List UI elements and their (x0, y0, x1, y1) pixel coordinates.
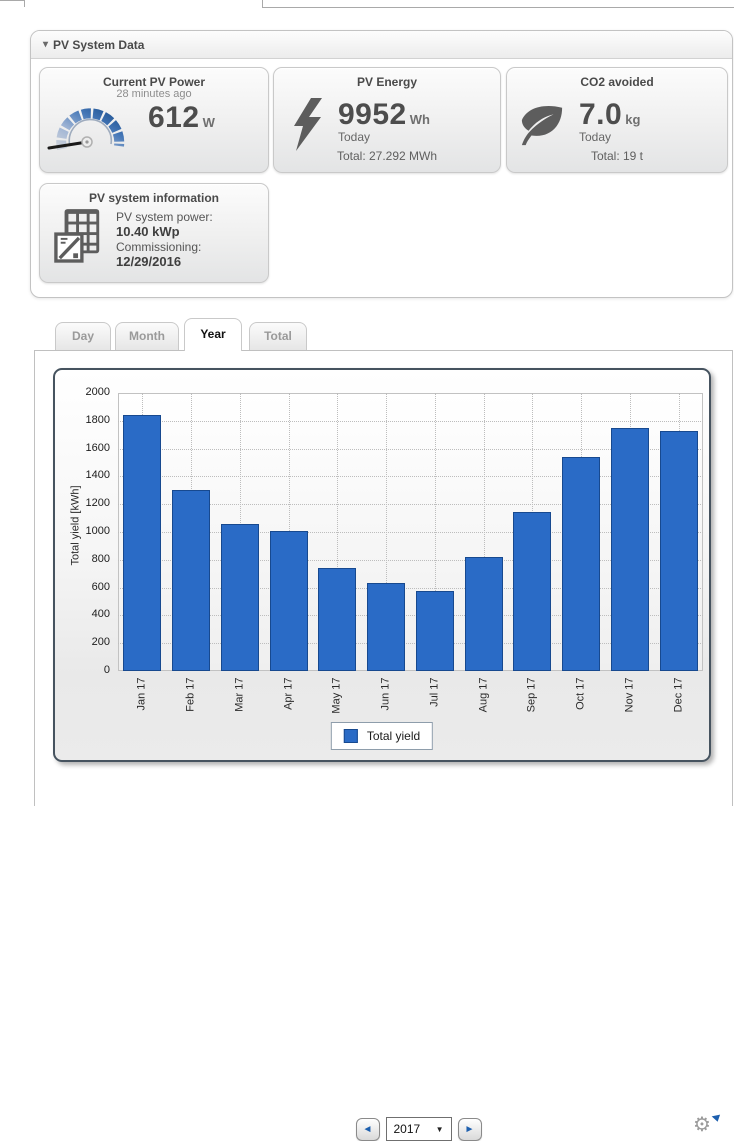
top-tab-fragment-left (0, 0, 25, 7)
info-field-label: PV system power: (116, 210, 213, 224)
card-title: PV Energy (274, 68, 500, 89)
x-axis-tick-label: Dec 17 (672, 678, 685, 722)
pv-energy-card: PV Energy 9952Wh Today Total: 27.292 MWh (273, 67, 501, 173)
solar-panel-icon (54, 208, 104, 264)
tab-year[interactable]: Year (184, 318, 242, 351)
energy-total: Total: 27.292 MWh (274, 149, 500, 163)
bar[interactable] (221, 524, 259, 671)
current-pv-power-card: Current PV Power 28 minutes ago (39, 67, 269, 173)
x-axis-tick-label: Nov 17 (623, 678, 636, 722)
tab-content-panel: 0200400600800100012001400160018002000Jan… (34, 350, 733, 806)
tab-total[interactable]: Total (249, 322, 307, 351)
top-tab-fragment-right (262, 0, 734, 8)
bar[interactable] (416, 591, 454, 671)
bar[interactable] (465, 557, 503, 671)
bar[interactable] (611, 428, 649, 671)
x-axis-tick-label: Aug 17 (477, 678, 490, 722)
info-field-value: 12/29/2016 (116, 254, 213, 269)
info-field-value: 10.40 kWp (116, 224, 213, 239)
energy-unit: Wh (410, 112, 430, 127)
energy-period: Today (338, 130, 430, 144)
x-axis-tick-label: Apr 17 (282, 678, 295, 722)
previous-year-button[interactable]: ◄ (356, 1118, 380, 1141)
gauge-icon (46, 95, 136, 153)
y-axis-title: Total yield [kWh] (70, 426, 85, 626)
x-axis-tick-label: Mar 17 (233, 678, 246, 722)
card-title: PV system information (40, 184, 268, 205)
y-axis-tick-label: 0 (67, 664, 110, 676)
current-power-unit: W (203, 115, 215, 130)
year-dropdown-value: 2017 (394, 1122, 421, 1136)
y-axis-tick-label: 200 (67, 636, 110, 648)
year-dropdown[interactable]: 2017 ▼ (386, 1117, 452, 1141)
co2-unit: kg (625, 112, 640, 127)
bar[interactable] (660, 431, 698, 671)
bar[interactable] (270, 531, 308, 671)
x-axis-tick-label: Jun 17 (380, 678, 393, 722)
x-axis-tick-label: Oct 17 (575, 678, 588, 722)
card-title: Current PV Power (40, 68, 268, 89)
year-navigation: ◄ 2017 ▼ ► (69, 1117, 734, 1141)
bar[interactable] (123, 415, 161, 671)
lightning-icon (290, 98, 324, 154)
chart-box: 0200400600800100012001400160018002000Jan… (53, 368, 711, 762)
legend-color-swatch (344, 729, 358, 743)
co2-total: Total: 19 t (507, 149, 727, 163)
x-axis-tick-label: May 17 (331, 678, 344, 722)
y-axis-tick-label: 2000 (67, 386, 110, 398)
tab-month[interactable]: Month (115, 322, 179, 351)
legend-label: Total yield (367, 729, 420, 743)
panel-title: PV System Data (53, 38, 144, 52)
bar[interactable] (513, 512, 551, 671)
co2-avoided-card: CO2 avoided 7.0kg Today Total: 19 t (506, 67, 728, 173)
energy-value: 9952 (338, 98, 407, 131)
x-axis-tick-label: Feb 17 (185, 678, 198, 722)
y-axis-tick-label: 1800 (67, 414, 110, 426)
chart-settings-button[interactable]: ⚙ (693, 1113, 719, 1139)
chart-legend: Total yield (331, 722, 433, 750)
card-title: CO2 avoided (507, 68, 727, 89)
bar[interactable] (172, 490, 210, 671)
tab-day[interactable]: Day (55, 322, 111, 351)
collapse-arrow-icon[interactable]: ▾ (43, 39, 48, 50)
chevron-down-icon: ▼ (436, 1125, 444, 1134)
pv-system-data-panel: ▾ PV System Data Current PV Power 28 min… (30, 30, 733, 298)
current-power-value: 612 (148, 101, 200, 134)
next-year-button[interactable]: ► (458, 1118, 482, 1141)
bar[interactable] (367, 583, 405, 671)
x-axis-tick-label: Jan 17 (136, 678, 149, 722)
bar[interactable] (562, 457, 600, 671)
bar[interactable] (318, 568, 356, 671)
co2-period: Today (579, 130, 640, 144)
leaf-icon (519, 102, 565, 146)
x-axis-tick-label: Sep 17 (526, 678, 539, 722)
co2-value: 7.0 (579, 98, 622, 131)
page: ▾ PV System Data Current PV Power 28 min… (0, 0, 734, 805)
x-axis-tick-label: Jul 17 (428, 678, 441, 722)
y-gridline (118, 421, 703, 422)
pv-system-information-card: PV system information (39, 183, 269, 283)
pv-system-data-header[interactable]: ▾ PV System Data (31, 31, 732, 59)
info-field-label: Commissioning: (116, 240, 213, 254)
